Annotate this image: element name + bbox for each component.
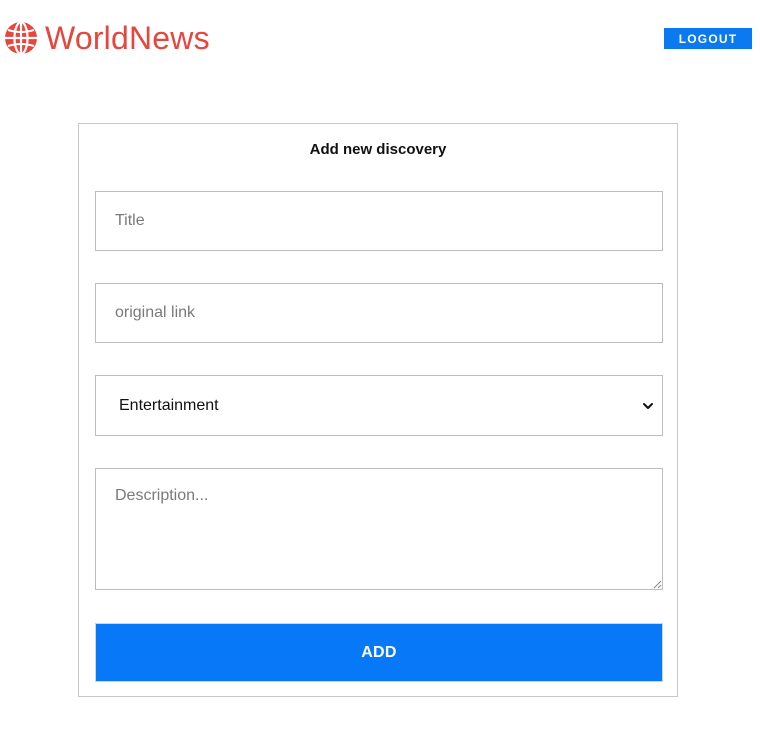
globe-icon [5, 21, 37, 55]
form-title: Add new discovery [309, 141, 447, 158]
category-select[interactable]: Entertainment [95, 375, 663, 436]
add-discovery-card: Add new discovery Entertainment ADD [78, 123, 678, 697]
top-header: WorldNews LOGOUT [0, 0, 760, 80]
resize-handle-icon[interactable] [652, 579, 662, 589]
brand-name: WorldNews [45, 20, 210, 56]
add-button[interactable]: ADD [95, 623, 663, 682]
brand-logo[interactable]: WorldNews [4, 20, 210, 56]
original-link-input[interactable] [95, 283, 663, 343]
description-textarea[interactable] [95, 468, 663, 590]
category-select-value: Entertainment [119, 396, 219, 414]
title-input[interactable] [95, 191, 663, 251]
chevron-down-icon [643, 402, 653, 409]
logout-button[interactable]: LOGOUT [664, 28, 752, 49]
